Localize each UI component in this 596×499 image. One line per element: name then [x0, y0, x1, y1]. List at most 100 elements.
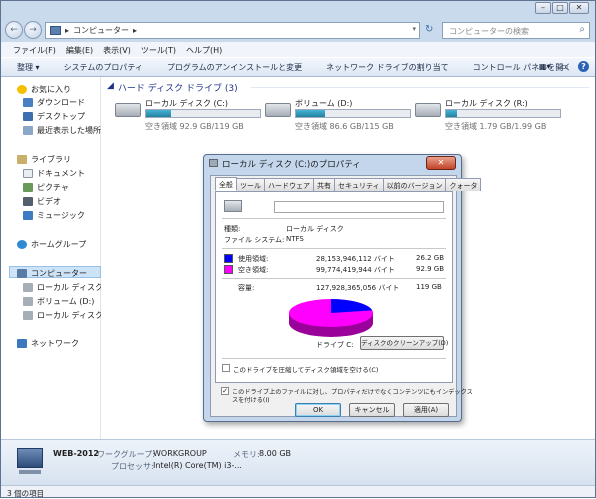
free-color-swatch — [224, 265, 233, 274]
dialog-body: 全般 ツール ハードウェア 共有 セキュリティ 以前のバージョン クォータ 種類… — [210, 175, 482, 417]
nav-recent[interactable]: 最近表示した場所 — [23, 125, 101, 136]
capacity-gb: 119 GB — [416, 283, 442, 291]
tab-quota[interactable]: クォータ — [445, 178, 482, 191]
item-count: 3 個の項目 — [7, 489, 45, 498]
nav-favorites[interactable]: お気に入り — [17, 84, 71, 95]
address-bar[interactable]: ▸ コンピューター ▸ ▾ — [45, 22, 420, 39]
drive-usage-bar — [145, 109, 261, 118]
compress-checkbox[interactable] — [222, 364, 230, 372]
index-label-line2: スを付ける(I) — [232, 397, 270, 404]
tab-previous-versions[interactable]: 以前のバージョン — [382, 178, 447, 191]
videos-icon — [23, 197, 33, 206]
nav-music[interactable]: ミュージック — [23, 210, 85, 221]
music-icon — [23, 211, 33, 220]
menu-view[interactable]: 表示(V) — [103, 45, 131, 57]
search-icon[interactable]: ⌕ — [579, 24, 585, 35]
nav-documents[interactable]: ドキュメント — [23, 168, 85, 179]
drive-icon — [224, 200, 242, 212]
library-icon — [17, 155, 27, 164]
address-path: コンピューター — [73, 26, 130, 35]
command-bar: 整理 ▾ システムのプロパティ プログラムのアンインストールと変更 ネットワーク… — [1, 57, 595, 77]
divider — [222, 278, 446, 279]
index-checkbox[interactable]: ✓ — [221, 387, 229, 395]
drive-r[interactable]: ローカル ディスク (R:) 空き領域 1.79 GB/1.99 GB — [407, 97, 561, 133]
view-options-icon[interactable]: ▦▾ — [539, 62, 551, 71]
tab-sharing[interactable]: 共有 — [313, 178, 335, 191]
nav-computer[interactable]: コンピューター — [17, 268, 87, 279]
forward-button[interactable]: → — [24, 21, 42, 39]
used-gb: 26.2 GB — [416, 254, 445, 262]
minimize-button[interactable]: – — [535, 2, 551, 14]
drive-c[interactable]: ローカル ディスク (C:) 空き領域 92.9 GB/119 GB — [107, 97, 261, 133]
processor-label: プロセッサ: — [111, 462, 154, 471]
drive-free-space: 空き領域 86.6 GB/115 GB — [295, 122, 394, 131]
back-button[interactable]: ← — [5, 21, 23, 39]
drive-letter-label: ドライブ C: — [316, 341, 354, 349]
tab-hardware[interactable]: ハードウェア — [264, 178, 314, 191]
preview-pane-icon[interactable]: ▭ — [560, 62, 568, 71]
nav-local-disk-r[interactable]: ローカル ディスク ( — [23, 310, 109, 321]
system-properties-button[interactable]: システムのプロパティ — [64, 62, 143, 76]
apply-button[interactable]: 適用(A) — [403, 403, 449, 417]
help-icon[interactable]: ? — [578, 61, 589, 72]
nav-homegroup[interactable]: ホームグループ — [17, 239, 86, 250]
nav-network[interactable]: ネットワーク — [17, 338, 79, 349]
type-value: ローカル ディスク — [286, 225, 344, 233]
group-header[interactable]: ◢ ハード ディスク ドライブ (3) — [107, 81, 238, 94]
organize-button[interactable]: 整理 ▾ — [17, 62, 40, 76]
refresh-icon[interactable]: ↻ — [425, 24, 433, 35]
filesystem-value: NTFS — [286, 235, 304, 243]
tab-general[interactable]: 全般 — [215, 177, 237, 191]
drive-usage-bar — [295, 109, 411, 118]
drive-free-space: 空き領域 1.79 GB/1.99 GB — [445, 122, 547, 131]
cancel-button[interactable]: キャンセル — [349, 403, 395, 417]
drive-icon — [209, 159, 218, 167]
tab-tools[interactable]: ツール — [236, 178, 265, 191]
menu-help[interactable]: ヘルプ(H) — [186, 45, 222, 57]
group-divider — [251, 87, 589, 88]
nav-downloads[interactable]: ダウンロード — [23, 97, 85, 108]
drive-icon — [23, 283, 33, 292]
tab-security[interactable]: セキュリティ — [334, 178, 384, 191]
chevron-down-icon[interactable]: ▾ — [412, 25, 416, 33]
menu-edit[interactable]: 編集(E) — [66, 45, 93, 57]
capacity-bytes: 127,928,365,056 バイト — [316, 284, 400, 292]
desktop-icon — [23, 112, 33, 121]
uninstall-program-button[interactable]: プログラムのアンインストールと変更 — [167, 62, 302, 76]
divider — [222, 358, 446, 359]
menu-tools[interactable]: ツール(T) — [141, 45, 176, 57]
drive-label-input[interactable] — [274, 201, 444, 213]
navigation-pane: お気に入り ダウンロード デスクトップ 最近表示した場所 ライブラリ ドキュメン… — [1, 77, 109, 439]
pictures-icon — [23, 183, 33, 192]
nav-pictures[interactable]: ピクチャ — [23, 182, 69, 193]
nav-libraries[interactable]: ライブラリ — [17, 154, 71, 165]
nav-desktop[interactable]: デスクトップ — [23, 111, 85, 122]
drive-name: ローカル ディスク (R:) — [445, 99, 528, 108]
maximize-button[interactable]: □ — [552, 2, 568, 14]
address-sep: ▸ — [133, 26, 138, 35]
drive-free-space: 空き領域 92.9 GB/119 GB — [145, 122, 244, 131]
close-button[interactable]: ✕ — [569, 2, 589, 14]
menu-bar: ファイル(F) 編集(E) 表示(V) ツール(T) ヘルプ(H) — [1, 42, 595, 57]
details-pane: WEB-2012 ワークグループ: WORKGROUP メモリ: 8.00 GB… — [1, 439, 595, 485]
homegroup-icon — [17, 240, 27, 249]
drive-d[interactable]: ボリューム (D:) 空き領域 86.6 GB/115 GB — [257, 97, 411, 133]
general-panel: 種類: ローカル ディスク ファイル システム: NTFS 使用領域: 28,1… — [215, 191, 453, 383]
nav-local-disk-c[interactable]: ローカル ディスク ( — [23, 282, 109, 293]
divider — [222, 248, 446, 249]
nav-videos[interactable]: ビデオ — [23, 196, 61, 207]
map-network-drive-button[interactable]: ネットワーク ドライブの割り当て — [326, 62, 449, 76]
search-input[interactable]: コンピューターの検索 ⌕ — [442, 22, 590, 39]
dialog-close-button[interactable]: ✕ — [426, 156, 456, 170]
used-color-swatch — [224, 254, 233, 263]
star-icon — [17, 85, 27, 94]
search-placeholder: コンピューターの検索 — [449, 27, 529, 36]
collapse-icon[interactable]: ◢ — [107, 81, 114, 94]
nav-volume-d[interactable]: ボリューム (D:) — [23, 296, 94, 307]
dialog-title: ローカル ディスク (C:)のプロパティ — [222, 160, 361, 170]
ok-button[interactable]: OK — [295, 403, 341, 417]
disk-cleanup-button[interactable]: ディスクのクリーンアップ(D) — [360, 336, 448, 350]
workgroup-value: WORKGROUP — [153, 449, 207, 458]
type-label: 種類: — [224, 225, 241, 233]
menu-file[interactable]: ファイル(F) — [13, 45, 56, 57]
